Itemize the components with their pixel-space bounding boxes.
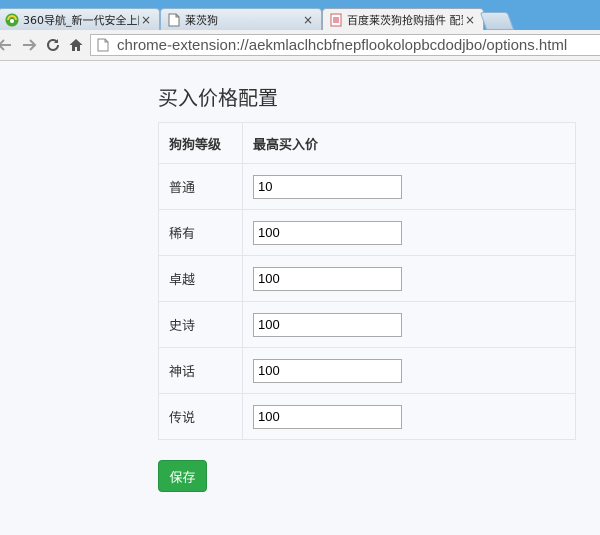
- page-icon: [97, 38, 111, 52]
- tab-extension-options[interactable]: 百度莱茨狗抢购插件 配置 ×: [322, 8, 484, 31]
- tab-label: 360导航_新一代安全上网: [23, 13, 139, 27]
- table-row: 神话: [158, 347, 576, 394]
- table-row: 卓越: [158, 255, 576, 302]
- address-text: chrome-extension://aekmlaclhcbfnepflooko…: [117, 36, 568, 54]
- column-header-level: 狗狗等级: [158, 122, 243, 164]
- tab-label: 莱茨狗: [185, 13, 218, 27]
- price-input[interactable]: [253, 220, 402, 245]
- address-bar[interactable]: chrome-extension://aekmlaclhcbfnepflooko…: [90, 34, 600, 56]
- table-row: 普通: [158, 163, 576, 210]
- tab-label: 百度莱茨狗抢购插件 配置: [347, 14, 463, 27]
- save-button[interactable]: 保存: [158, 460, 207, 492]
- level-label: 普通: [158, 163, 243, 210]
- price-cell: [242, 255, 576, 302]
- home-icon[interactable]: [67, 36, 85, 54]
- price-cell: [242, 209, 576, 256]
- price-input[interactable]: [253, 404, 402, 429]
- price-cell: [242, 301, 576, 348]
- level-label: 稀有: [158, 209, 243, 256]
- close-icon[interactable]: ×: [139, 13, 153, 27]
- table-row: 史诗: [158, 301, 576, 348]
- forward-icon[interactable]: [20, 36, 38, 54]
- new-tab-button[interactable]: [479, 12, 515, 30]
- close-icon[interactable]: ×: [301, 13, 315, 27]
- price-input[interactable]: [253, 266, 402, 291]
- table-row: 传说: [158, 393, 576, 440]
- level-label: 神话: [158, 347, 243, 394]
- price-cell: [242, 163, 576, 210]
- price-input[interactable]: [253, 174, 402, 199]
- price-cell: [242, 393, 576, 440]
- close-icon[interactable]: ×: [463, 13, 477, 27]
- column-header-max-price: 最高买入价: [242, 122, 576, 164]
- level-label: 卓越: [158, 255, 243, 302]
- browser-toolbar: chrome-extension://aekmlaclhcbfnepflooko…: [0, 30, 600, 61]
- price-cell: [242, 347, 576, 394]
- extension-page-icon: [329, 13, 343, 27]
- tab-strip: 360导航_新一代安全上网 × 莱茨狗 × 百度莱茨狗抢购插件 配置 ×: [0, 0, 600, 31]
- tab-360-navigation[interactable]: 360导航_新一代安全上网 ×: [0, 8, 160, 30]
- 360-browser-icon: [5, 13, 19, 27]
- options-panel: 买入价格配置 狗狗等级 最高买入价 普通 稀有 卓越 史诗: [158, 86, 578, 440]
- table-header-row: 狗狗等级 最高买入价: [158, 122, 576, 164]
- price-input[interactable]: [253, 312, 402, 337]
- price-table: 狗狗等级 最高买入价 普通 稀有 卓越 史诗 神话: [158, 122, 576, 440]
- reload-icon[interactable]: [44, 36, 62, 54]
- back-icon[interactable]: [0, 36, 14, 54]
- page-icon: [167, 13, 181, 27]
- price-input[interactable]: [253, 358, 402, 383]
- level-label: 传说: [158, 393, 243, 440]
- level-label: 史诗: [158, 301, 243, 348]
- tab-laiciguo[interactable]: 莱茨狗 ×: [160, 8, 322, 30]
- table-row: 稀有: [158, 209, 576, 256]
- page-title: 买入价格配置: [158, 86, 278, 110]
